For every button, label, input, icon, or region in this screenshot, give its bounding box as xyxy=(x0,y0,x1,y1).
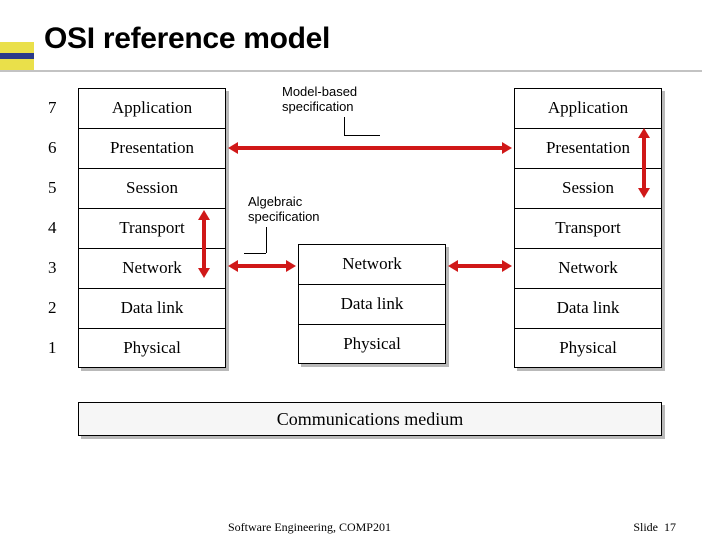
layer-cell: Physical xyxy=(298,324,446,364)
layer-cell: Network xyxy=(298,244,446,284)
leader-line xyxy=(344,117,345,135)
stack-middle: Network Data link Physical xyxy=(298,244,446,364)
arrow-presentation xyxy=(228,146,512,150)
layer-cell: Physical xyxy=(514,328,662,368)
leader-line xyxy=(344,135,380,136)
layer-cell: Data link xyxy=(298,284,446,324)
layer-cell: Network xyxy=(514,248,662,288)
layer-cell: Transport xyxy=(514,208,662,248)
layer-number: 2 xyxy=(48,298,57,318)
page-title: OSI reference model xyxy=(44,22,330,56)
layer-number: 4 xyxy=(48,218,57,238)
leader-line xyxy=(244,253,266,254)
layer-cell: Session xyxy=(78,168,226,208)
layer-number: 3 xyxy=(48,258,57,278)
footer-course: Software Engineering, COMP201 xyxy=(228,520,391,535)
title-rule xyxy=(0,70,702,72)
label-algebraic: Algebraic specification xyxy=(248,194,320,224)
layer-number: 7 xyxy=(48,98,57,118)
slide-label: Slide xyxy=(633,520,658,534)
layer-number: 1 xyxy=(48,338,57,358)
arrow-vertical-stack-right xyxy=(642,128,646,198)
leader-line xyxy=(266,227,267,253)
communications-medium: Communications medium xyxy=(78,402,662,436)
footer-slide: Slide 17 xyxy=(633,520,676,535)
accent-bar xyxy=(0,42,34,70)
layer-number: 6 xyxy=(48,138,57,158)
arrow-network-right xyxy=(448,264,512,268)
layer-cell: Data link xyxy=(514,288,662,328)
slide-number: 17 xyxy=(664,520,676,534)
layer-cell: Data link xyxy=(78,288,226,328)
osi-diagram: 7 6 5 4 3 2 1 Application Presentation S… xyxy=(48,88,676,460)
label-model-based: Model-based specification xyxy=(282,84,357,114)
layer-number: 5 xyxy=(48,178,57,198)
layer-cell: Presentation xyxy=(78,128,226,168)
layer-cell: Physical xyxy=(78,328,226,368)
arrow-vertical-stack-left xyxy=(202,210,206,278)
layer-cell: Application xyxy=(514,88,662,128)
layer-cell: Application xyxy=(78,88,226,128)
arrow-network-left xyxy=(228,264,296,268)
